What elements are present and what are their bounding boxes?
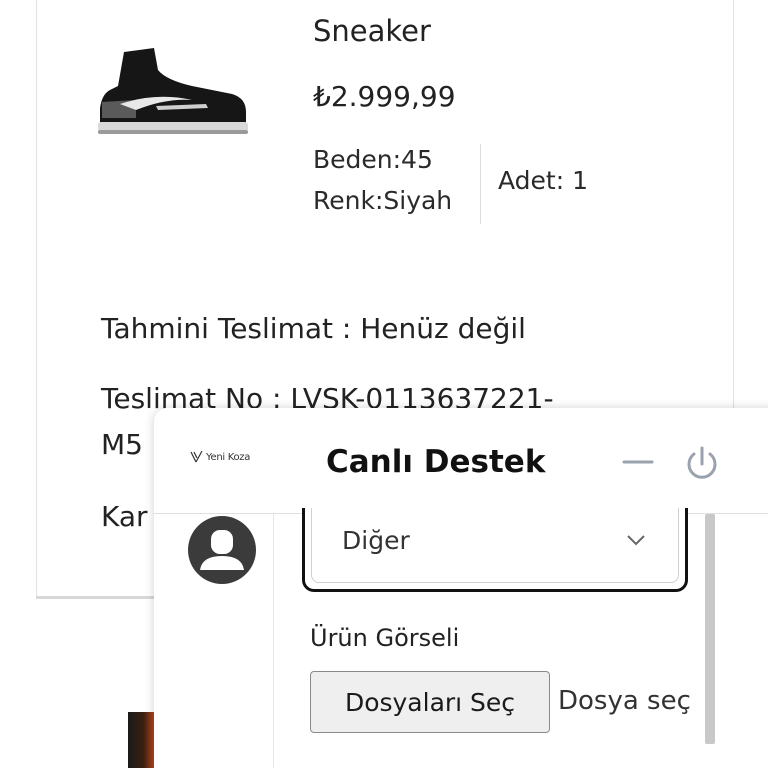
brand-logo-text: Yeni Koza	[206, 451, 251, 463]
product-quantity: Adet: 1	[498, 166, 588, 195]
avatar-icon	[200, 530, 244, 570]
minimize-button[interactable]	[622, 446, 654, 478]
card-separator	[36, 596, 166, 599]
avatar	[188, 516, 256, 584]
live-support-widget: Yeni Koza Canlı Destek Diğer Ürün Görsel…	[154, 408, 768, 768]
estimated-delivery: Tahmini Teslimat : Henüz değil	[101, 312, 526, 345]
next-product-image[interactable]	[128, 712, 154, 768]
chat-title: Canlı Destek	[326, 444, 546, 480]
topic-select[interactable]: Diğer	[302, 508, 688, 592]
avatar-column	[154, 514, 274, 768]
cargo-info: Kar	[101, 500, 148, 533]
topic-select-value: Diğer	[342, 526, 410, 555]
topic-select-inner: Diğer	[311, 508, 679, 583]
file-status-text: Dosya seç	[558, 686, 691, 716]
chevron-down-icon	[627, 535, 645, 546]
product-name[interactable]: Sneaker	[313, 14, 431, 48]
power-icon	[687, 446, 717, 479]
attribute-divider	[480, 144, 481, 224]
product-price: ₺2.999,99	[313, 80, 456, 113]
close-chat-button[interactable]	[682, 444, 722, 484]
chat-header: Yeni Koza Canlı Destek	[154, 408, 768, 514]
chat-scrollbar[interactable]	[705, 514, 715, 744]
sneaker-image[interactable]	[96, 46, 252, 142]
delivery-number-continued: M5	[101, 428, 143, 461]
brand-logo: Yeni Koza	[190, 450, 250, 464]
product-color: Renk:Siyah	[313, 186, 453, 215]
choose-files-button[interactable]: Dosyaları Seç	[310, 671, 550, 733]
product-size: Beden:45	[313, 145, 433, 174]
minimize-icon	[622, 460, 654, 464]
logo-icon	[190, 450, 203, 463]
chat-body: Diğer Ürün Görseli Dosyaları Seç Dosya s…	[154, 508, 768, 768]
product-image-label: Ürün Görseli	[310, 624, 460, 652]
